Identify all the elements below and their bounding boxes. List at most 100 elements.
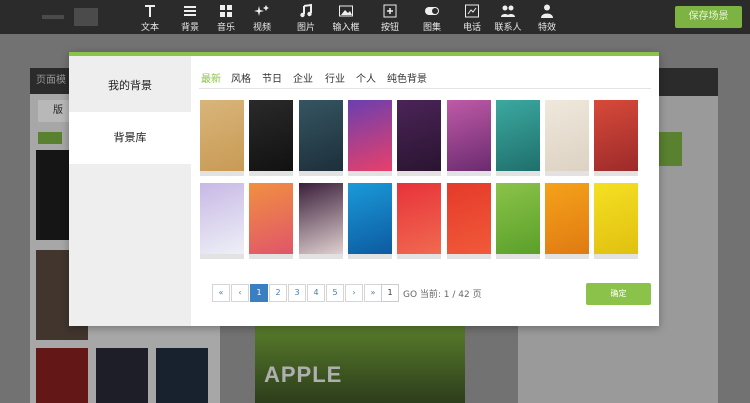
background-thumbnail: [446, 100, 491, 171]
sidebar-item-background-library[interactable]: 背景库: [69, 112, 191, 164]
toolbar-tool-8[interactable]: 电话: [453, 3, 491, 33]
background-thumbnail: [495, 183, 540, 254]
tile-caption-bar: [446, 254, 491, 259]
grid-icon: [220, 5, 232, 17]
background-thumbnail: [545, 183, 590, 254]
sidebar-item-my-backgrounds[interactable]: 我的背景: [69, 60, 191, 112]
background-tile-green-gradient[interactable]: [495, 183, 540, 259]
save-scene-button[interactable]: 保存场景: [675, 6, 742, 28]
tile-caption-bar: [200, 254, 244, 259]
tile-caption-bar: [249, 254, 294, 259]
tile-caption-bar: [397, 171, 442, 176]
toolbar-tool-0[interactable]: 文本: [131, 3, 169, 33]
background-tile-red-solid[interactable]: [446, 183, 491, 259]
page-last-button[interactable]: »: [364, 284, 382, 302]
button-icon: [383, 4, 397, 18]
background-tile-colorful-gradient[interactable]: [347, 100, 392, 176]
goto-page-input[interactable]: 1: [381, 284, 399, 302]
background-tile-daisy-pink[interactable]: [446, 100, 491, 176]
sparkle-icon: [254, 5, 269, 16]
category-tab-5[interactable]: 个人: [356, 70, 376, 85]
page-number-button[interactable]: 4: [307, 284, 325, 302]
page-number-button[interactable]: 5: [326, 284, 344, 302]
toolbar-tool-label: 图集: [422, 23, 441, 33]
tile-caption-bar: [200, 171, 244, 176]
toolbar-tool-4[interactable]: 图片: [287, 3, 325, 33]
toolbar-tool-label: 视频: [252, 23, 271, 33]
dialog-sidebar: 我的背景 背景库: [69, 56, 191, 326]
confirm-button[interactable]: 确定: [586, 283, 651, 305]
background-thumbnail: [594, 100, 639, 171]
background-tile-red-bokeh[interactable]: [397, 183, 442, 259]
image-icon: [339, 5, 353, 17]
background-tile-light-pattern[interactable]: [545, 100, 590, 176]
toolbar-tool-10[interactable]: 特效: [528, 3, 566, 33]
background-thumbnail: [495, 100, 540, 171]
page-first-button[interactable]: «: [212, 284, 230, 302]
background-tile-purple-dark[interactable]: [397, 100, 442, 176]
category-tab-1[interactable]: 风格: [231, 70, 251, 85]
background-thumbnail: [298, 183, 343, 254]
page-next-button[interactable]: ›: [345, 284, 363, 302]
chart-icon: [465, 4, 479, 18]
tile-caption-bar: [347, 171, 392, 176]
toolbar-tool-7[interactable]: 图集: [413, 3, 451, 33]
person-icon: [541, 4, 553, 18]
tile-caption-bar: [545, 171, 590, 176]
background-tile-red-gradient[interactable]: [594, 100, 639, 176]
top-toolbar: 文本 背景 音乐 视频 图片 输入框 按钮 图集 电话 联系人 特效 保存场景: [0, 0, 750, 34]
category-tab-2[interactable]: 节日: [262, 70, 282, 85]
background-tile-dark-teal[interactable]: [298, 100, 343, 176]
background-thumbnail: [249, 100, 294, 171]
page-number-button[interactable]: 2: [269, 284, 287, 302]
toolbar-tool-label: 文本: [140, 23, 159, 33]
category-tab-0[interactable]: 最新: [201, 70, 221, 85]
tile-caption-bar: [298, 254, 343, 259]
category-tab-3[interactable]: 企业: [293, 70, 313, 85]
background-thumbnail: [200, 100, 244, 171]
background-tile-teal-floral[interactable]: [495, 100, 540, 176]
background-thumbnail: [397, 100, 442, 171]
tile-caption-bar: [298, 171, 343, 176]
page-number-button[interactable]: 1: [250, 284, 268, 302]
background-tile-night-clouds[interactable]: [298, 183, 343, 259]
background-picker-dialog: 我的背景 背景库 最新 风格 节日 企业 行业 个人 纯色背景 «‹ 1 2 3 4 5 ›» 1 GO…: [69, 52, 659, 326]
background-tile-dark-diamond[interactable]: [249, 100, 294, 176]
tile-caption-bar: [594, 171, 639, 176]
category-divider: [199, 88, 651, 89]
background-tile-lavender-geo[interactable]: [200, 183, 244, 259]
background-thumbnail: [298, 100, 343, 171]
background-tile-blue-polygon[interactable]: [347, 183, 392, 259]
toolbar-tool-9[interactable]: 联系人: [489, 3, 527, 33]
background-tile-wood[interactable]: [200, 100, 244, 176]
background-tile-orange-polygon[interactable]: [249, 183, 294, 259]
background-thumbnail: [200, 183, 244, 254]
category-tab-6[interactable]: 纯色背景: [387, 70, 427, 85]
background-tile-yellow-gradient[interactable]: [594, 183, 639, 259]
list-icon: [184, 6, 196, 16]
toolbar-tool-label: 背景: [180, 23, 199, 33]
toggle-icon: [425, 7, 439, 15]
toolbar-tool-label: 图片: [296, 23, 315, 33]
toolbar-tool-label: 电话: [462, 23, 481, 33]
logo: [42, 8, 102, 26]
toolbar-tool-label: 音乐: [216, 23, 235, 33]
background-thumbnail: [446, 183, 491, 254]
toolbar-tool-6[interactable]: 按钮: [371, 3, 409, 33]
background-thumbnail: [347, 183, 392, 254]
toolbar-tool-label: 特效: [537, 23, 556, 33]
page-prev-button[interactable]: ‹: [231, 284, 249, 302]
toolbar-tool-2[interactable]: 音乐: [207, 3, 245, 33]
category-tab-4[interactable]: 行业: [325, 70, 345, 85]
tile-caption-bar: [594, 254, 639, 259]
toolbar-tool-label: 输入框: [332, 23, 360, 33]
page-status[interactable]: GO 当前: 1 / 42 页: [403, 287, 482, 300]
tile-caption-bar: [495, 254, 540, 259]
background-thumbnail: [347, 100, 392, 171]
toolbar-tool-3[interactable]: 视频: [243, 3, 281, 33]
background-tile-orange-gradient[interactable]: [545, 183, 590, 259]
page-number-button[interactable]: 3: [288, 284, 306, 302]
toolbar-tool-1[interactable]: 背景: [171, 3, 209, 33]
toolbar-tool-5[interactable]: 输入框: [327, 3, 365, 33]
tile-caption-bar: [397, 254, 442, 259]
